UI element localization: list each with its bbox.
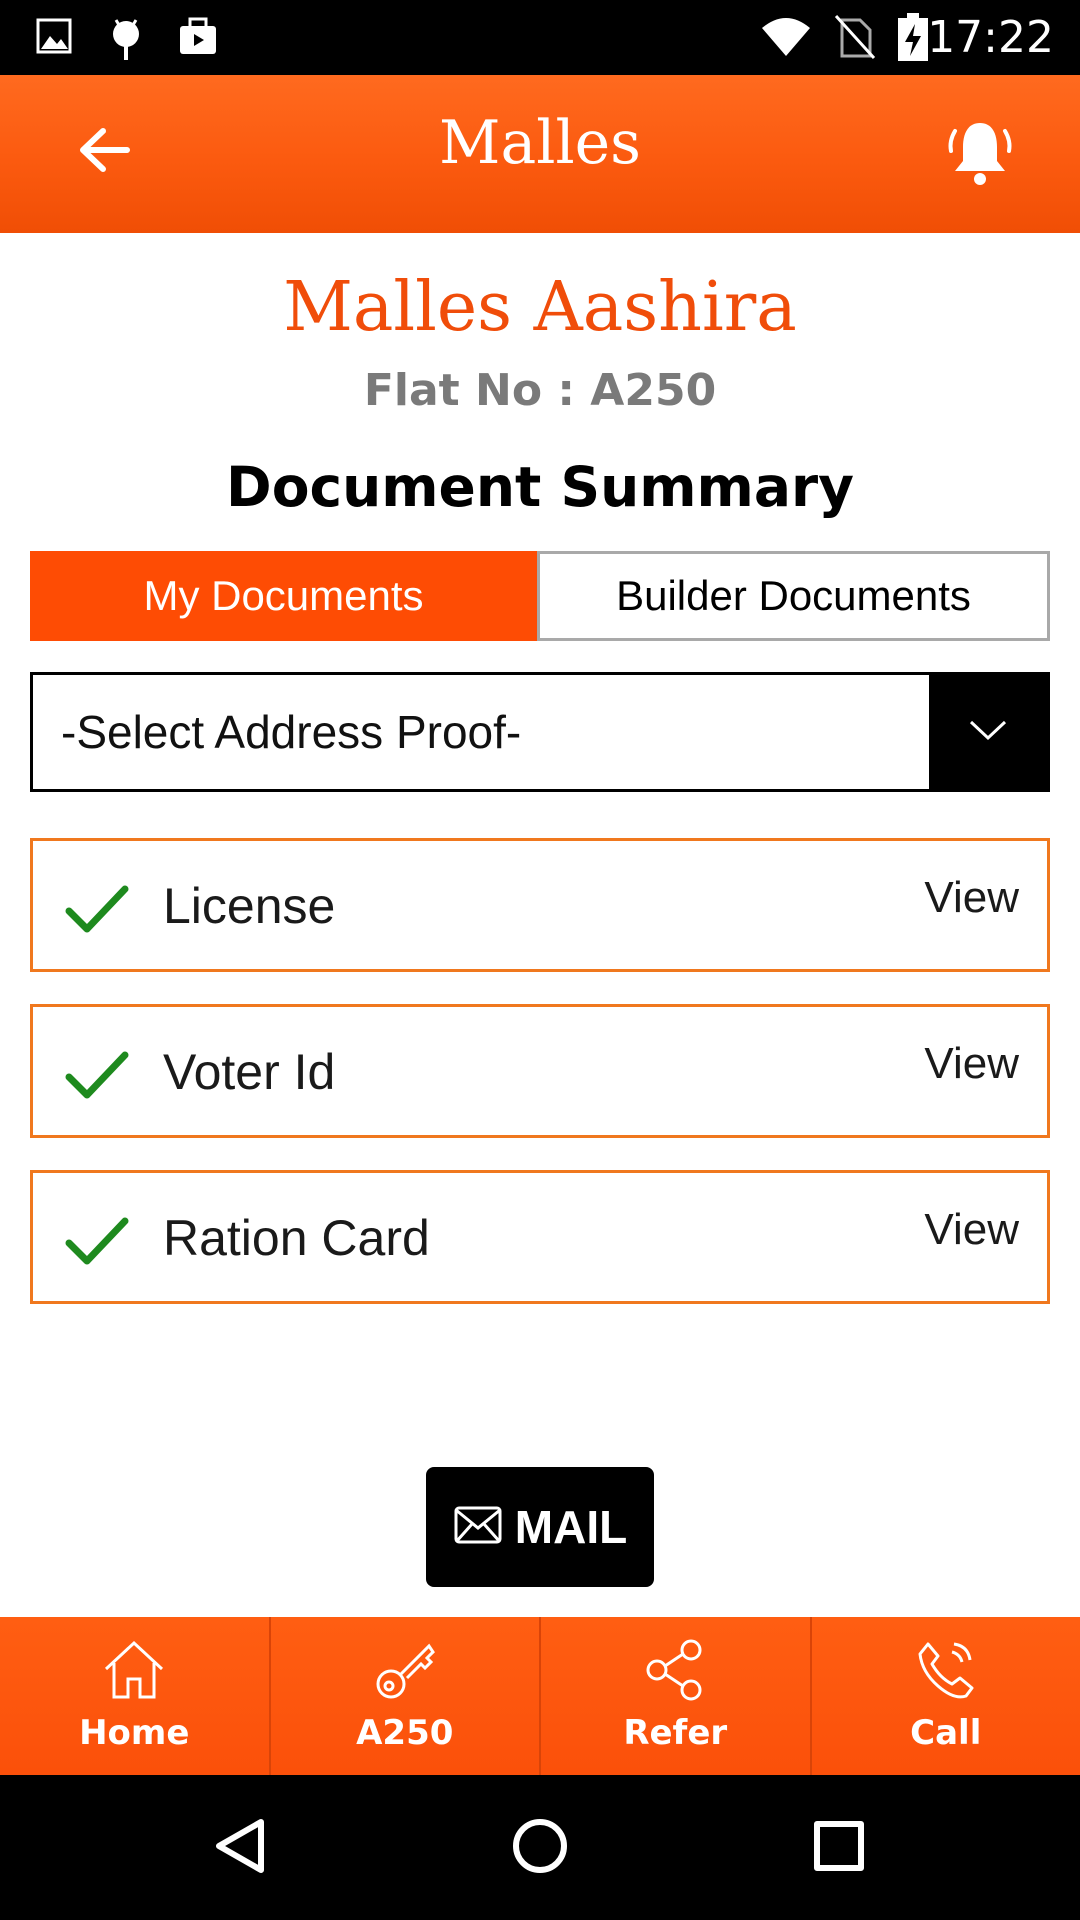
system-home-button[interactable] [507, 1815, 573, 1881]
nav-call[interactable]: Call [812, 1617, 1080, 1775]
system-navigation-bar [0, 1775, 1080, 1920]
chevron-down-icon [968, 718, 1008, 747]
android-icon [108, 16, 144, 67]
view-link[interactable]: View [924, 873, 1019, 923]
circle-home-icon [510, 1816, 570, 1881]
check-icon [65, 1215, 129, 1272]
square-recents-icon [809, 1816, 869, 1881]
check-icon [65, 883, 129, 940]
document-label: Voter Id [163, 1044, 336, 1100]
document-label: License [163, 878, 336, 934]
no-sim-icon [834, 14, 876, 65]
nav-unit-label: A250 [356, 1713, 454, 1753]
system-recents-button[interactable] [806, 1815, 872, 1881]
share-icon [643, 1637, 707, 1703]
nav-unit[interactable]: A250 [271, 1617, 541, 1775]
document-item: License View [30, 838, 1050, 972]
check-icon [65, 1049, 129, 1106]
nav-home-label: Home [79, 1713, 190, 1753]
nav-call-label: Call [910, 1713, 982, 1753]
envelope-icon [453, 1505, 503, 1550]
app-title: Malles [439, 108, 641, 178]
section-title: Document Summary [226, 455, 854, 519]
document-item: Voter Id View [30, 1004, 1050, 1138]
key-icon [373, 1637, 437, 1703]
dropdown-toggle[interactable] [929, 675, 1047, 789]
nav-home[interactable]: Home [0, 1617, 271, 1775]
flat-number: Flat No : A250 [363, 365, 717, 416]
select-value: -Select Address Proof- [61, 706, 522, 758]
status-time: 17:22 [927, 12, 1054, 63]
home-icon [102, 1637, 166, 1703]
document-item: Ration Card View [30, 1170, 1050, 1304]
status-bar: 17:22 [0, 0, 1080, 75]
notifications-button[interactable] [935, 110, 1025, 200]
bottom-navigation: Home A250 Refer Call [0, 1617, 1080, 1775]
triangle-back-icon [211, 1816, 271, 1881]
project-name: Malles Aashira [283, 268, 797, 347]
tab-my-documents[interactable]: My Documents [30, 551, 537, 641]
mail-label: MAIL [514, 1501, 628, 1553]
image-icon [36, 16, 72, 61]
tab-builder-documents[interactable]: Builder Documents [537, 551, 1050, 641]
nav-refer[interactable]: Refer [541, 1617, 812, 1775]
system-back-button[interactable] [208, 1815, 274, 1881]
document-label: Ration Card [163, 1210, 430, 1266]
battery-charging-icon [896, 12, 930, 67]
briefcase-icon [176, 16, 220, 63]
phone-icon [914, 1637, 978, 1703]
view-link[interactable]: View [924, 1039, 1019, 1089]
document-tabs: My Documents Builder Documents [30, 551, 1050, 641]
app-bar: Malles [0, 75, 1080, 233]
mail-button[interactable]: MAIL [426, 1467, 654, 1587]
nav-refer-label: Refer [623, 1713, 728, 1753]
address-proof-select[interactable]: -Select Address Proof- [30, 672, 1050, 792]
view-link[interactable]: View [924, 1205, 1019, 1255]
wifi-icon [760, 14, 812, 63]
bell-icon [945, 117, 1015, 194]
